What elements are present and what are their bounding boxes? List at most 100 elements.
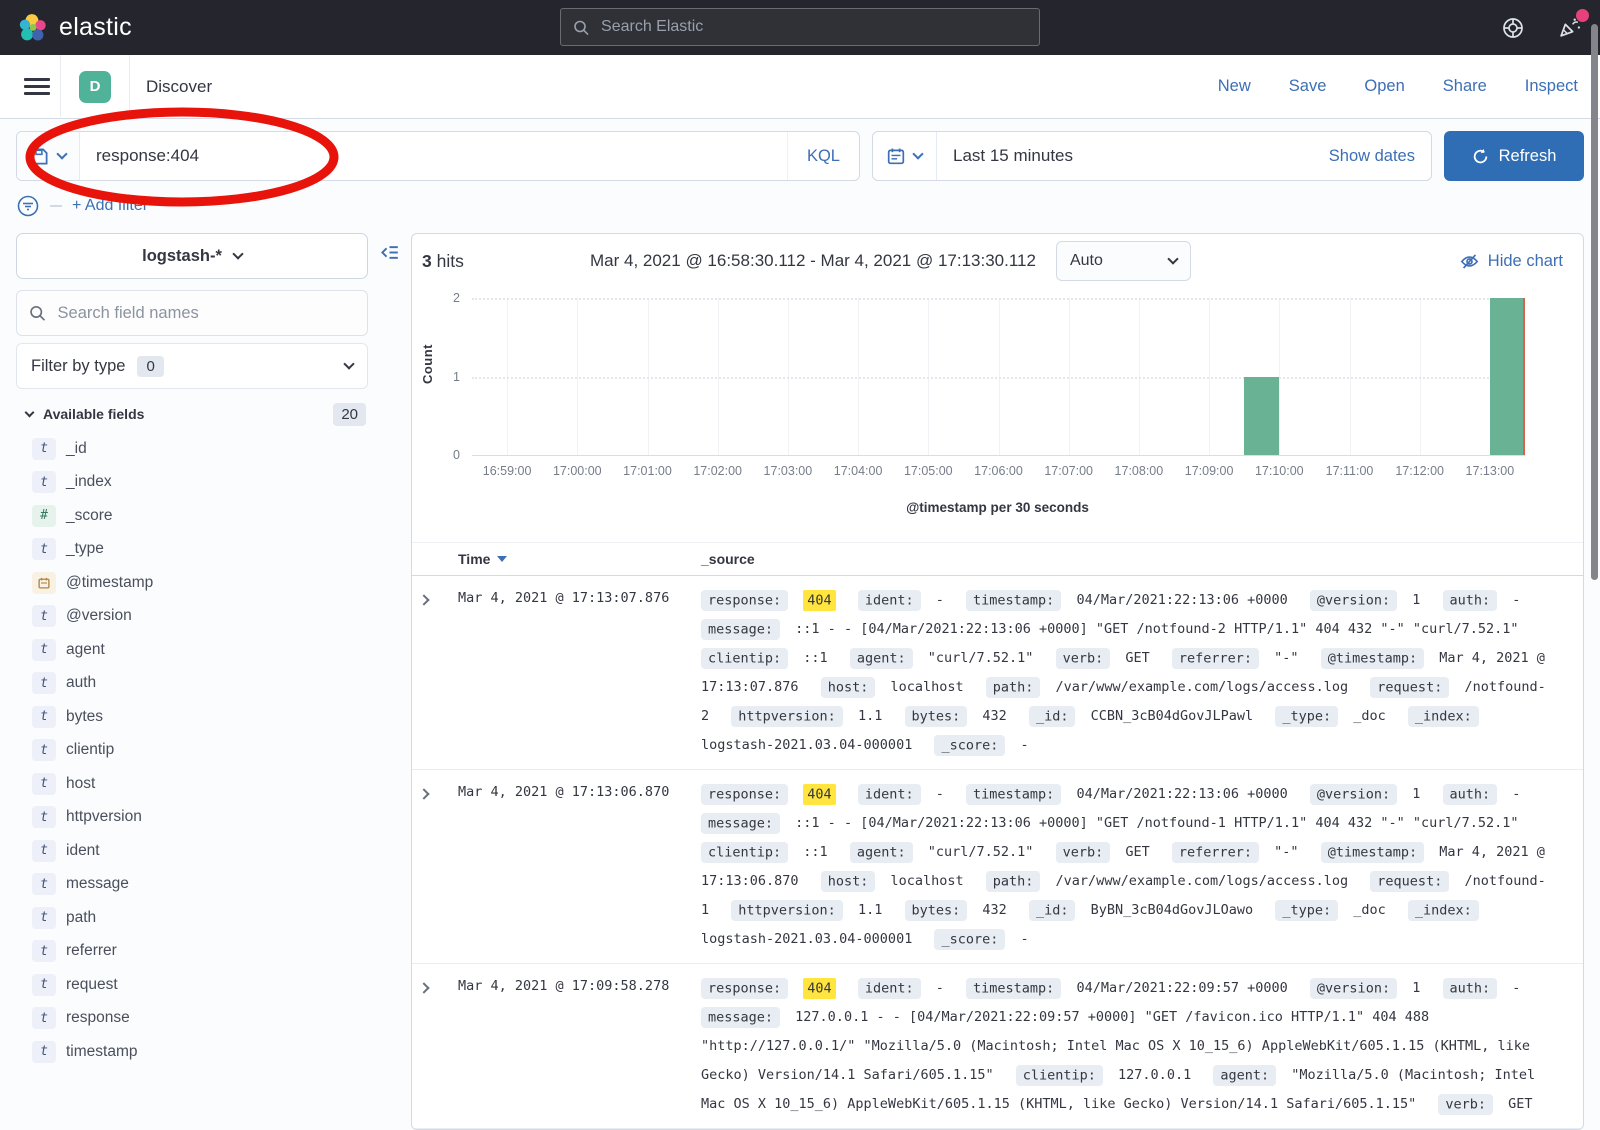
source-field-label: @version: <box>1310 784 1397 805</box>
field-item-message[interactable]: tmessage <box>16 868 368 902</box>
add-filter-button[interactable]: + Add filter <box>72 197 148 215</box>
field-type-string-icon: t <box>32 1007 56 1029</box>
help-icon[interactable] <box>1500 15 1526 41</box>
y-tick-label: 1 <box>453 370 460 384</box>
appbar-action-new[interactable]: New <box>1218 77 1251 96</box>
query-language-button[interactable]: KQL <box>787 132 859 180</box>
field-type-string-icon: t <box>32 974 56 996</box>
source-value: CCBN_3cB04dGovJLPawl <box>1091 708 1254 724</box>
source-field-label: verb: <box>1056 648 1111 669</box>
source-value: ::1 <box>803 844 827 860</box>
field-name: _index <box>66 473 112 491</box>
field-item-_index[interactable]: t_index <box>16 466 368 500</box>
available-fields-header[interactable]: Available fields 20 <box>16 402 368 426</box>
interval-select[interactable]: Auto <box>1056 241 1191 281</box>
source-field-label: timestamp: <box>966 590 1061 611</box>
source-field-label: path: <box>986 871 1041 892</box>
field-item-agent[interactable]: tagent <box>16 633 368 667</box>
source-field-label: auth: <box>1443 978 1498 999</box>
field-type-string-icon: t <box>32 907 56 929</box>
field-type-string-icon: t <box>32 605 56 627</box>
elastic-logo-icon <box>18 13 48 43</box>
expand-row-icon[interactable] <box>420 586 458 760</box>
collapse-sidebar-icon[interactable] <box>380 243 399 262</box>
source-value: - <box>1512 980 1520 996</box>
source-field-label: @version: <box>1310 590 1397 611</box>
elastic-logo[interactable]: elastic <box>18 13 132 43</box>
field-type-number-icon: # <box>32 505 56 527</box>
field-item-_type[interactable]: t_type <box>16 533 368 567</box>
date-quick-menu[interactable] <box>873 132 937 180</box>
source-value: - <box>1021 737 1029 753</box>
field-item-path[interactable]: tpath <box>16 901 368 935</box>
filter-by-type[interactable]: Filter by type 0 <box>16 343 368 389</box>
source-value: /var/www/example.com/logs/access.log <box>1056 873 1349 889</box>
x-tick-label: 17:00:00 <box>553 464 602 478</box>
field-item-httpversion[interactable]: thttpversion <box>16 801 368 835</box>
field-item-referrer[interactable]: treferrer <box>16 935 368 969</box>
field-item-response[interactable]: tresponse <box>16 1002 368 1036</box>
source-field-label: _score: <box>934 735 1005 756</box>
show-dates-button[interactable]: Show dates <box>1329 147 1431 166</box>
field-item-bytes[interactable]: tbytes <box>16 700 368 734</box>
app-badge[interactable]: D <box>79 71 111 103</box>
field-item-host[interactable]: thost <box>16 767 368 801</box>
hide-chart-button[interactable]: Hide chart <box>1460 252 1563 271</box>
source-value: 1.1 <box>858 708 882 724</box>
refresh-icon <box>1472 148 1489 165</box>
field-search-input[interactable] <box>56 303 355 324</box>
histogram-bar[interactable] <box>1490 298 1525 455</box>
refresh-button[interactable]: Refresh <box>1444 131 1584 181</box>
source-field-label: referrer: <box>1172 648 1259 669</box>
field-item-auth[interactable]: tauth <box>16 667 368 701</box>
field-item-@version[interactable]: t@version <box>16 600 368 634</box>
field-item-timestamp[interactable]: ttimestamp <box>16 1035 368 1069</box>
scrollbar[interactable] <box>1591 24 1598 580</box>
date-picker: Last 15 minutes Show dates <box>872 131 1432 181</box>
time-range-value[interactable]: Last 15 minutes <box>937 146 1073 166</box>
field-item-ident[interactable]: tident <box>16 834 368 868</box>
histogram-bar[interactable] <box>1244 377 1279 456</box>
appbar-action-open[interactable]: Open <box>1364 77 1404 96</box>
field-type-string-icon: t <box>32 438 56 460</box>
query-input[interactable] <box>80 132 787 180</box>
index-pattern-selector[interactable]: logstash-* <box>16 233 368 279</box>
query-input-group: KQL <box>16 131 860 181</box>
y-tick-label: 2 <box>453 291 460 305</box>
source-value: 1 <box>1412 786 1420 802</box>
x-tick-label: 17:11:00 <box>1326 464 1374 478</box>
source-field-label: _type: <box>1275 900 1338 921</box>
newsfeed-icon[interactable] <box>1556 15 1582 41</box>
expand-row-icon[interactable] <box>420 974 458 1119</box>
field-item-@timestamp[interactable]: @timestamp <box>16 566 368 600</box>
source-value: _doc <box>1353 902 1386 918</box>
appbar-action-share[interactable]: Share <box>1443 77 1487 96</box>
field-item-request[interactable]: trequest <box>16 968 368 1002</box>
x-tick-label: 17:10:00 <box>1255 464 1304 478</box>
field-name: agent <box>66 641 105 659</box>
source-value: 432 <box>982 708 1006 724</box>
field-item-clientip[interactable]: tclientip <box>16 734 368 768</box>
table-row: Mar 4, 2021 @ 17:13:06.870response: 404 … <box>412 770 1583 964</box>
global-search-input[interactable] <box>599 17 1027 37</box>
appbar-action-save[interactable]: Save <box>1289 77 1327 96</box>
chart-plot[interactable]: 16:59:0017:00:0017:01:0017:02:0017:03:00… <box>472 298 1525 456</box>
global-search[interactable] <box>560 8 1040 46</box>
saved-query-menu[interactable] <box>17 132 80 180</box>
field-item-_score[interactable]: #_score <box>16 499 368 533</box>
field-type-string-icon: t <box>32 840 56 862</box>
filter-icon[interactable] <box>16 194 40 218</box>
field-type-string-icon: t <box>32 1041 56 1063</box>
column-header-time[interactable]: Time <box>458 551 701 567</box>
source-value: "-" <box>1274 844 1298 860</box>
source-value: 432 <box>982 902 1006 918</box>
x-tick-label: 16:59:00 <box>483 464 532 478</box>
x-tick-label: 17:09:00 <box>1185 464 1234 478</box>
field-type-string-icon: t <box>32 639 56 661</box>
appbar-action-inspect[interactable]: Inspect <box>1525 77 1578 96</box>
expand-row-icon[interactable] <box>420 780 458 954</box>
menu-icon[interactable] <box>14 55 60 119</box>
source-field-label: _index: <box>1408 706 1479 727</box>
field-item-_id[interactable]: t_id <box>16 432 368 466</box>
field-search[interactable] <box>16 290 368 336</box>
